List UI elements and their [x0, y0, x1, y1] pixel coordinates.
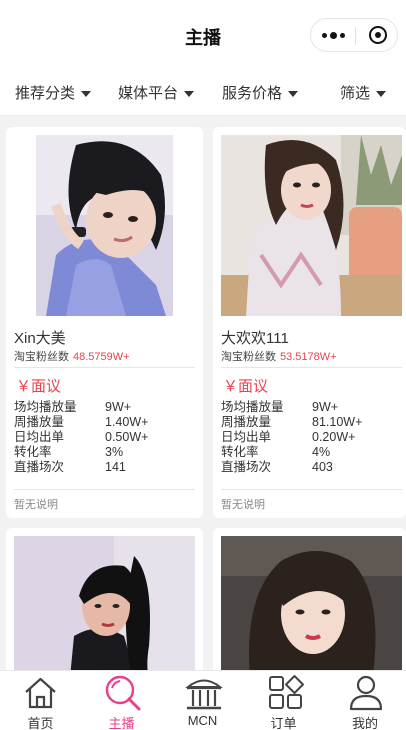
anchor-name: 大欢欢111 [221, 330, 289, 347]
grid-icon [269, 675, 304, 709]
close-miniprogram-button[interactable] [356, 19, 400, 51]
stat-label: 日均出单 [14, 430, 65, 444]
filter-price[interactable]: 服务价格 [222, 82, 299, 103]
anchor-card[interactable] [213, 528, 406, 688]
price: ￥面议 [16, 378, 62, 395]
tab-mine-label: 我的 [351, 716, 378, 730]
anchor-photo [14, 536, 195, 688]
stats-list: 场均播放量 9W+ 周播放量 81.10W+ 日均出单 0.20W+ 转化率 4% 直播… [221, 400, 362, 475]
anchor-card[interactable] [6, 528, 203, 688]
stat-row: 直播场次 403 [221, 460, 362, 475]
portrait-image [221, 135, 402, 316]
tab-orders-label: 订单 [270, 716, 297, 730]
target-icon [369, 26, 387, 44]
tab-anchor-label: 主播 [108, 716, 135, 730]
filter-bar: 推荐分类 媒体平台 服务价格 筛选 [0, 70, 406, 116]
stat-label: 直播场次 [14, 460, 65, 474]
description-note: 暂无说明 [221, 499, 265, 511]
description-note: 暂无说明 [14, 499, 58, 511]
filter-more[interactable]: 筛选 [340, 82, 387, 103]
tab-mcn[interactable]: MCN [162, 671, 243, 730]
tab-bar: 首页 主播 MCN 订单 我的 [0, 670, 406, 730]
filter-category-label: 推荐分类 [15, 85, 76, 102]
stat-value: 81.10W+ [312, 415, 363, 429]
caret-down-icon [288, 91, 299, 97]
anchor-photo [221, 536, 402, 688]
stat-value: 4% [312, 445, 331, 459]
portrait-image [36, 135, 173, 316]
stat-label: 周播放量 [14, 415, 65, 429]
price: ￥面议 [223, 378, 269, 395]
filter-price-label: 服务价格 [222, 85, 283, 102]
fans-count: 淘宝粉丝数 48.5759W+ [14, 348, 130, 364]
fans-value: 48.5759W+ [73, 351, 130, 363]
portrait-image [14, 536, 195, 688]
user-icon [349, 675, 383, 711]
stat-label: 场均播放量 [14, 400, 77, 414]
tab-home[interactable]: 首页 [0, 671, 81, 730]
caret-down-icon [81, 91, 92, 97]
stat-label: 日均出单 [221, 430, 272, 444]
nav-bar: 主播 [0, 0, 406, 70]
divider [221, 367, 402, 368]
magnifier-icon [105, 675, 141, 711]
tab-orders[interactable]: 订单 [243, 671, 324, 730]
anchor-card[interactable]: Xin大美 淘宝粉丝数 48.5759W+ ￥面议 场均播放量 9W+ 周播放量 1.… [6, 127, 203, 518]
stat-value: 3% [105, 445, 124, 459]
fans-label: 淘宝粉丝数 [14, 351, 69, 363]
stat-row: 场均播放量 9W+ [14, 400, 148, 415]
stat-value: 9W+ [312, 400, 339, 414]
more-dots-icon [321, 31, 345, 39]
stat-value: 9W+ [105, 400, 132, 414]
divider [14, 489, 195, 490]
portrait-image [221, 536, 402, 688]
stat-label: 场均播放量 [221, 400, 284, 414]
anchor-name: Xin大美 [14, 330, 66, 347]
tab-mcn-label: MCN [187, 713, 218, 728]
divider [14, 367, 195, 368]
stat-value: 403 [312, 460, 333, 474]
fans-count: 淘宝粉丝数 53.5178W+ [221, 348, 337, 364]
stat-value: 141 [105, 460, 126, 474]
filter-platform[interactable]: 媒体平台 [118, 82, 195, 103]
stat-row: 日均出单 0.50W+ [14, 430, 148, 445]
fans-value: 53.5178W+ [280, 351, 337, 363]
stat-label: 转化率 [221, 445, 259, 459]
tab-anchor[interactable]: 主播 [81, 671, 162, 730]
more-button[interactable] [311, 19, 355, 51]
miniprogram-capsule [310, 18, 398, 52]
stat-label: 转化率 [14, 445, 52, 459]
stat-label: 周播放量 [221, 415, 272, 429]
home-icon [25, 677, 56, 709]
stat-row: 场均播放量 9W+ [221, 400, 362, 415]
stat-row: 周播放量 1.40W+ [14, 415, 148, 430]
filter-more-label: 筛选 [340, 85, 371, 102]
tab-home-label: 首页 [27, 716, 54, 730]
fans-label: 淘宝粉丝数 [221, 351, 276, 363]
stat-row: 转化率 3% [14, 445, 148, 460]
anchor-card[interactable]: 大欢欢111 淘宝粉丝数 53.5178W+ ￥面议 场均播放量 9W+ 周播放量 8… [213, 127, 406, 518]
stat-row: 转化率 4% [221, 445, 362, 460]
stat-value: 1.40W+ [105, 415, 149, 429]
stat-row: 日均出单 0.20W+ [221, 430, 362, 445]
stats-list: 场均播放量 9W+ 周播放量 1.40W+ 日均出单 0.50W+ 转化率 3% 直播场… [14, 400, 148, 475]
divider [221, 489, 402, 490]
tab-mine[interactable]: 我的 [324, 671, 406, 730]
anchor-photo [36, 135, 173, 316]
stat-row: 直播场次 141 [14, 460, 148, 475]
stat-value: 0.20W+ [312, 430, 356, 444]
filter-category[interactable]: 推荐分类 [15, 82, 92, 103]
building-icon [185, 679, 223, 710]
stat-row: 周播放量 81.10W+ [221, 415, 362, 430]
stat-label: 直播场次 [221, 460, 272, 474]
caret-down-icon [184, 91, 195, 97]
anchor-photo [221, 135, 402, 316]
caret-down-icon [376, 91, 387, 97]
filter-platform-label: 媒体平台 [118, 85, 179, 102]
stat-value: 0.50W+ [105, 430, 149, 444]
